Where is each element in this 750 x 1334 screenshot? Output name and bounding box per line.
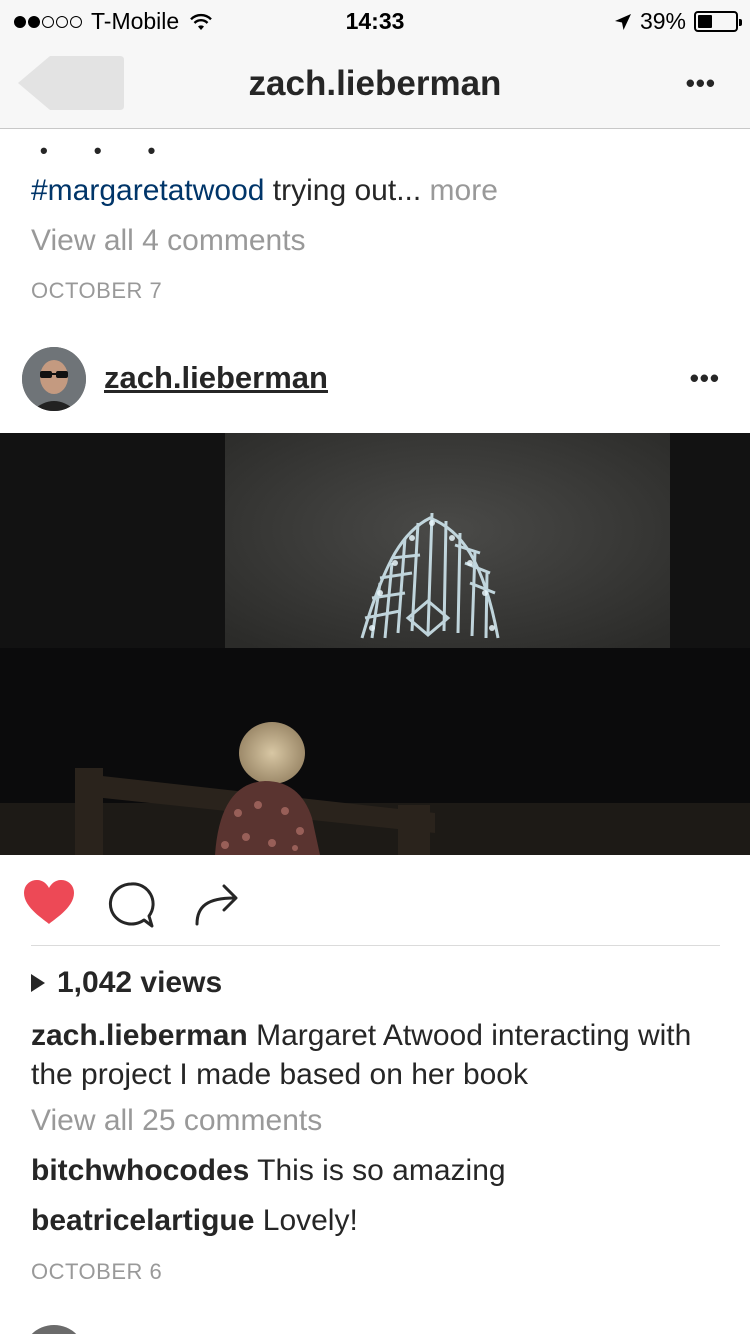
page-title: zach.lieberman (248, 64, 502, 103)
caption-text: trying out... (264, 174, 422, 207)
post-options-button[interactable]: ••• (690, 363, 720, 394)
location-arrow-icon (614, 13, 631, 30)
battery-percent: 39% (639, 8, 686, 34)
caption-username[interactable]: zach.lieberman (31, 1019, 248, 1052)
navigation-bar: zach.lieberman ••• (0, 40, 750, 129)
battery-fill (698, 15, 713, 28)
previous-post-caption: #margaretatwood trying out... more (31, 174, 498, 208)
post-video[interactable] (0, 433, 750, 855)
post-date: OCTOBER 6 (31, 1259, 163, 1284)
caption-continuation-dots: • • • (40, 138, 176, 163)
post-date: OCTOBER 7 (31, 278, 163, 303)
next-post-avatar[interactable] (22, 1325, 86, 1334)
post-caption: zach.lieberman Margaret Atwood interacti… (31, 1016, 721, 1094)
comment: beatricelartigue Lovely! (31, 1204, 358, 1238)
play-icon (31, 974, 45, 992)
view-all-comments-link[interactable]: View all 25 comments (31, 1104, 322, 1138)
view-count-label: 1,042 views (57, 966, 223, 999)
status-right: 39% (614, 8, 742, 35)
comment-bubble-icon (108, 882, 155, 928)
heart-icon (24, 880, 74, 924)
share-arrow-icon (195, 884, 238, 926)
share-button[interactable] (192, 880, 240, 926)
more-link[interactable]: more (421, 174, 498, 207)
comment-button[interactable] (106, 880, 156, 930)
more-options-button[interactable]: ••• (686, 68, 716, 99)
view-count[interactable]: 1,042 views (31, 966, 222, 1000)
comment-username[interactable]: beatricelartigue (31, 1204, 254, 1237)
post-author-username[interactable]: zach.lieberman (104, 360, 328, 396)
post-actions (0, 870, 750, 940)
view-all-comments-link[interactable]: View all 4 comments (31, 224, 306, 258)
hashtag-link[interactable]: #margaretatwood (31, 174, 264, 207)
avatar[interactable] (22, 347, 86, 411)
status-bar: T-Mobile 14:33 39% (0, 0, 750, 40)
like-button[interactable] (22, 878, 76, 926)
comment-text: Lovely! (254, 1204, 358, 1237)
battery-icon (694, 11, 742, 32)
comment-text: This is so amazing (249, 1154, 506, 1187)
comment: bitchwhocodes This is so amazing (31, 1154, 506, 1188)
comment-username[interactable]: bitchwhocodes (31, 1154, 249, 1187)
divider (31, 945, 720, 946)
video-frame (0, 433, 750, 855)
